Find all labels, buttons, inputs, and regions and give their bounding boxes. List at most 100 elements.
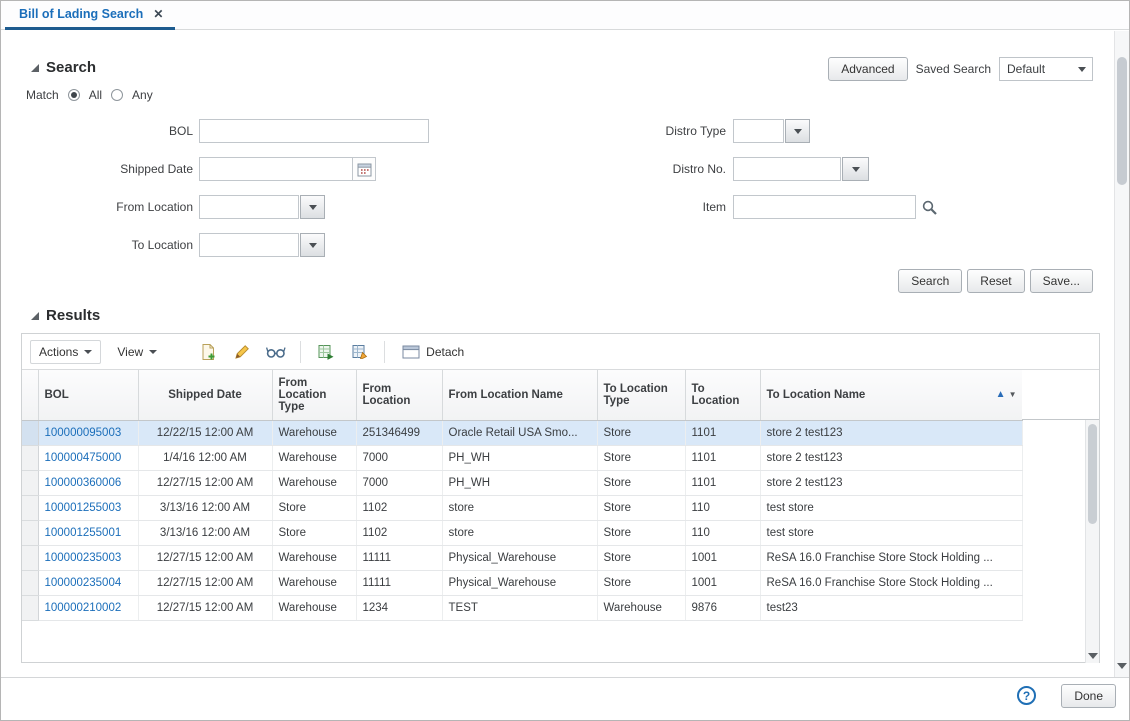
table-row[interactable]: 1000004750001/4/16 12:00 AMWarehouse7000… — [22, 445, 1022, 470]
view-record-button[interactable] — [262, 339, 289, 365]
shipped-date-input[interactable] — [199, 157, 353, 181]
results-toolbar: Actions View — [22, 334, 1099, 370]
to-location-label: To Location — [1, 238, 193, 252]
tab-close-icon[interactable]: ✕ — [153, 8, 163, 20]
page-vertical-scrollbar[interactable] — [1114, 31, 1129, 677]
table-row[interactable]: 10000036000612/27/15 12:00 AMWarehouse70… — [22, 470, 1022, 495]
match-row: Match All Any — [26, 87, 153, 103]
column-header-from-location[interactable]: From Location — [356, 370, 442, 420]
row-selector[interactable] — [22, 445, 38, 470]
distro-no-input[interactable] — [733, 157, 841, 181]
column-header-bol[interactable]: BOL — [38, 370, 138, 420]
export-icon — [351, 343, 369, 361]
select-all-header[interactable] — [22, 370, 38, 420]
footer-bar: ? Done — [1, 677, 1129, 721]
column-header-from-location-name[interactable]: From Location Name — [442, 370, 597, 420]
table-cell: 110 — [685, 495, 760, 520]
table-cell: 1102 — [356, 495, 442, 520]
bol-link[interactable]: 100000095003 — [45, 427, 122, 439]
export-to-excel-icon — [317, 343, 335, 361]
column-header-to-location-type[interactable]: To Location Type — [597, 370, 685, 420]
scroll-down-arrow-icon[interactable] — [1117, 663, 1127, 669]
row-selector[interactable] — [22, 420, 38, 445]
tab-bill-of-lading-search[interactable]: Bill of Lading Search ✕ — [5, 1, 175, 30]
from-location-dropdown-button[interactable] — [300, 195, 325, 219]
table-cell: Warehouse — [272, 470, 356, 495]
to-location-input[interactable] — [199, 233, 299, 257]
results-section-header[interactable]: Results — [31, 307, 100, 324]
table-row[interactable]: 10000021000212/27/15 12:00 AMWarehouse12… — [22, 595, 1022, 620]
to-location-dropdown-button[interactable] — [300, 233, 325, 257]
distro-type-dropdown-button[interactable] — [785, 119, 810, 143]
table-cell: 251346499 — [356, 420, 442, 445]
table-cell: Warehouse — [272, 420, 356, 445]
bol-link[interactable]: 100001255003 — [45, 502, 122, 514]
sort-descending-icon[interactable]: ▼ — [1009, 391, 1017, 399]
bol-link[interactable]: 100000210002 — [45, 602, 122, 614]
detach-button[interactable]: Detach — [396, 340, 470, 364]
table-row[interactable]: 10000009500312/22/15 12:00 AMWarehouse25… — [22, 420, 1022, 445]
scrollbar-thumb[interactable] — [1117, 57, 1127, 185]
table-cell: Physical_Warehouse — [442, 545, 597, 570]
scrollbar-thumb[interactable] — [1088, 424, 1097, 524]
match-any-radio[interactable] — [111, 89, 123, 101]
calendar-picker-button[interactable] — [353, 157, 376, 181]
table-row[interactable]: 1000012550013/13/16 12:00 AMStore1102sto… — [22, 520, 1022, 545]
row-selector[interactable] — [22, 570, 38, 595]
search-button[interactable]: Search — [898, 269, 962, 293]
row-selector[interactable] — [22, 545, 38, 570]
reset-button[interactable]: Reset — [967, 269, 1024, 293]
export-to-excel-button[interactable] — [312, 339, 339, 365]
bol-cell: 100000475000 — [38, 445, 138, 470]
view-menu-button[interactable]: View — [108, 340, 166, 364]
table-cell: store 2 test123 — [760, 470, 1022, 495]
edit-button[interactable] — [228, 339, 255, 365]
table-row[interactable]: 1000012550033/13/16 12:00 AMStore1102sto… — [22, 495, 1022, 520]
sort-ascending-icon[interactable]: ▲ — [996, 390, 1006, 400]
search-section-header[interactable]: Search — [31, 59, 96, 76]
bol-link[interactable]: 100000235004 — [45, 577, 122, 589]
bol-link[interactable]: 100000360006 — [45, 477, 122, 489]
column-header-from-location-type[interactable]: From Location Type — [272, 370, 356, 420]
row-selector[interactable] — [22, 520, 38, 545]
table-cell: Store — [597, 445, 685, 470]
actions-menu-label: Actions — [39, 345, 78, 359]
actions-menu-button[interactable]: Actions — [30, 340, 101, 364]
export-button[interactable] — [346, 339, 373, 365]
toolbar-separator — [300, 341, 301, 363]
column-header-shipped-date[interactable]: Shipped Date — [138, 370, 272, 420]
table-vertical-scrollbar[interactable] — [1085, 420, 1099, 663]
item-search-lov-button[interactable] — [921, 199, 938, 216]
bol-link[interactable]: 100001255001 — [45, 527, 122, 539]
distro-no-dropdown-button[interactable] — [842, 157, 869, 181]
advanced-button[interactable]: Advanced — [828, 57, 907, 81]
done-button[interactable]: Done — [1061, 684, 1116, 708]
table-row[interactable]: 10000023500312/27/15 12:00 AMWarehouse11… — [22, 545, 1022, 570]
save-search-button[interactable]: Save... — [1030, 269, 1093, 293]
distro-type-input[interactable] — [733, 119, 784, 143]
bol-input[interactable] — [199, 119, 429, 143]
saved-search-select[interactable]: Default — [999, 57, 1093, 81]
column-header-to-location[interactable]: To Location — [685, 370, 760, 420]
bol-link[interactable]: 100000235003 — [45, 552, 122, 564]
from-location-input[interactable] — [199, 195, 299, 219]
bol-label: BOL — [1, 124, 193, 138]
row-selector[interactable] — [22, 595, 38, 620]
bol-link[interactable]: 100000475000 — [45, 452, 122, 464]
item-field-row: Item — [561, 195, 938, 219]
table-cell: 1234 — [356, 595, 442, 620]
match-all-radio[interactable] — [68, 89, 80, 101]
match-all-label: All — [89, 88, 102, 102]
row-selector[interactable] — [22, 470, 38, 495]
scroll-down-arrow-icon[interactable] — [1088, 653, 1098, 659]
search-section-title: Search — [46, 59, 96, 76]
create-button[interactable] — [194, 339, 221, 365]
table-cell: PH_WH — [442, 470, 597, 495]
table-cell: 1102 — [356, 520, 442, 545]
table-cell: store — [442, 520, 597, 545]
item-input[interactable] — [733, 195, 916, 219]
column-header-to-location-name[interactable]: To Location Name ▲▼ — [760, 370, 1022, 420]
table-row[interactable]: 10000023500412/27/15 12:00 AMWarehouse11… — [22, 570, 1022, 595]
help-icon[interactable]: ? — [1017, 686, 1036, 705]
row-selector[interactable] — [22, 495, 38, 520]
